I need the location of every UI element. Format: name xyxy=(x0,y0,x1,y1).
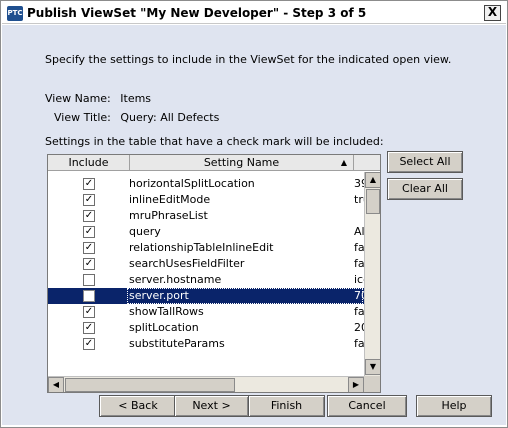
setting-name-cell: inlineEditMode xyxy=(129,193,211,206)
checkmark-icon: ✓ xyxy=(84,306,94,317)
scroll-left-arrow-icon[interactable]: ◀ xyxy=(48,377,64,392)
select-all-button[interactable]: Select All xyxy=(387,151,463,173)
view-name-label: View Name: xyxy=(45,92,111,105)
sort-ascending-icon: ▲ xyxy=(340,158,347,167)
setting-value-cell: fa xyxy=(354,337,364,350)
column-header-value[interactable] xyxy=(354,155,380,171)
vertical-scroll-thumb[interactable] xyxy=(366,189,380,214)
table-row[interactable]: ✓ substituteParams fa xyxy=(48,336,364,352)
setting-name-cell: splitLocation xyxy=(129,321,199,334)
setting-name-cell: searchUsesFieldFilter xyxy=(129,257,245,270)
horizontal-scroll-thumb[interactable] xyxy=(65,378,235,392)
help-button[interactable]: Help xyxy=(416,395,492,417)
focus-outline xyxy=(127,288,363,304)
include-checkbox[interactable]: ✓ xyxy=(83,338,95,350)
setting-value-cell: tru xyxy=(354,193,364,206)
include-checkbox[interactable]: ✓ xyxy=(83,242,95,254)
table-body: ✓ horizontalSplitLocation 39 ✓ inlineEditMod… xyxy=(48,172,364,376)
table-row[interactable]: ✓ inlineEditMode tru xyxy=(48,192,364,208)
intro-text: Specify the settings to include in the V… xyxy=(45,53,452,66)
setting-name-cell: mruPhraseList xyxy=(129,209,208,222)
table-row[interactable]: ✓ searchUsesFieldFilter fa xyxy=(48,256,364,272)
horizontal-scrollbar[interactable]: ◀ ▶ xyxy=(48,376,364,392)
include-checkbox[interactable]: ✓ xyxy=(83,306,95,318)
table-header: Include Setting Name ▲ xyxy=(48,155,380,171)
setting-value-cell: 20 xyxy=(354,321,364,334)
checkmark-icon: ✓ xyxy=(84,338,94,349)
scroll-down-arrow-icon[interactable]: ▼ xyxy=(365,359,380,375)
setting-value-cell: 39 xyxy=(354,177,364,190)
table-row[interactable]: ✓ query Al xyxy=(48,224,364,240)
close-button[interactable]: X xyxy=(484,5,501,21)
setting-name-cell: query xyxy=(129,225,161,238)
checkmark-icon: ✓ xyxy=(84,322,94,333)
table-row[interactable]: ✓ mruPhraseList xyxy=(48,208,364,224)
view-name-row: View Name: Items xyxy=(45,92,151,105)
column-header-setting-name[interactable]: Setting Name ▲ xyxy=(130,155,354,171)
scroll-corner xyxy=(364,376,380,392)
dialog-title: Publish ViewSet "My New Developer" - Ste… xyxy=(27,6,367,20)
table-row[interactable]: ✓ splitLocation 20 xyxy=(48,320,364,336)
clear-all-button[interactable]: Clear All xyxy=(387,178,463,200)
table-row[interactable]: ✓ showTallRows fa xyxy=(48,304,364,320)
include-checkbox[interactable]: ✓ xyxy=(83,210,95,222)
view-title-value: Query: All Defects xyxy=(120,111,220,124)
setting-value-cell: fa xyxy=(354,305,364,318)
include-checkbox[interactable]: ✓ xyxy=(83,178,95,190)
table-row[interactable]: server.hostname ice xyxy=(48,272,364,288)
publish-viewset-dialog: PTC Publish ViewSet "My New Developer" -… xyxy=(0,0,508,428)
include-checkbox[interactable]: ✓ xyxy=(83,194,95,206)
next-button[interactable]: Next > xyxy=(174,395,249,417)
setting-value-cell: fa xyxy=(354,241,364,254)
ptc-logo-icon: PTC xyxy=(7,6,23,21)
include-checkbox[interactable]: ✓ xyxy=(83,322,95,334)
setting-name-cell: server.hostname xyxy=(129,273,222,286)
include-checkbox[interactable]: ✓ xyxy=(83,258,95,270)
setting-name-cell: showTallRows xyxy=(129,305,204,318)
settings-table[interactable]: Include Setting Name ▲ ✓ horizontalSplitL… xyxy=(47,154,381,393)
table-row[interactable]: server.port70 xyxy=(48,288,364,304)
view-title-row: View Title: Query: All Defects xyxy=(54,111,219,124)
title-bar: PTC Publish ViewSet "My New Developer" -… xyxy=(2,2,506,24)
scroll-right-arrow-icon[interactable]: ▶ xyxy=(348,377,364,392)
setting-value-cell: ice xyxy=(354,273,364,286)
table-caption: Settings in the table that have a check … xyxy=(45,135,384,148)
setting-name-cell: horizontalSplitLocation xyxy=(129,177,255,190)
column-header-setting-name-label: Setting Name xyxy=(203,156,280,169)
checkmark-icon: ✓ xyxy=(84,178,94,189)
view-name-value: Items xyxy=(120,92,152,105)
cancel-button[interactable]: Cancel xyxy=(327,395,407,417)
dialog-content: Specify the settings to include in the V… xyxy=(2,25,506,425)
column-header-include[interactable]: Include xyxy=(48,155,130,171)
finish-button[interactable]: Finish xyxy=(248,395,325,417)
table-row[interactable]: ✓ horizontalSplitLocation 39 xyxy=(48,176,364,192)
checkmark-icon: ✓ xyxy=(84,242,94,253)
include-checkbox[interactable] xyxy=(83,290,95,302)
vertical-scrollbar[interactable]: ▲ ▼ xyxy=(364,172,380,376)
checkmark-icon: ✓ xyxy=(84,258,94,269)
include-checkbox[interactable] xyxy=(83,274,95,286)
include-checkbox[interactable]: ✓ xyxy=(83,226,95,238)
setting-name-cell: relationshipTableInlineEdit xyxy=(129,241,274,254)
setting-value-cell: Al xyxy=(354,225,364,238)
checkmark-icon: ✓ xyxy=(84,226,94,237)
scroll-up-arrow-icon[interactable]: ▲ xyxy=(365,172,380,188)
checkmark-icon: ✓ xyxy=(84,210,94,221)
setting-value-cell: fa xyxy=(354,257,364,270)
view-title-label: View Title: xyxy=(54,111,111,124)
checkmark-icon: ✓ xyxy=(84,194,94,205)
back-button[interactable]: < Back xyxy=(99,395,177,417)
table-row[interactable]: ✓ relationshipTableInlineEdit fa xyxy=(48,240,364,256)
setting-name-cell: substituteParams xyxy=(129,337,225,350)
